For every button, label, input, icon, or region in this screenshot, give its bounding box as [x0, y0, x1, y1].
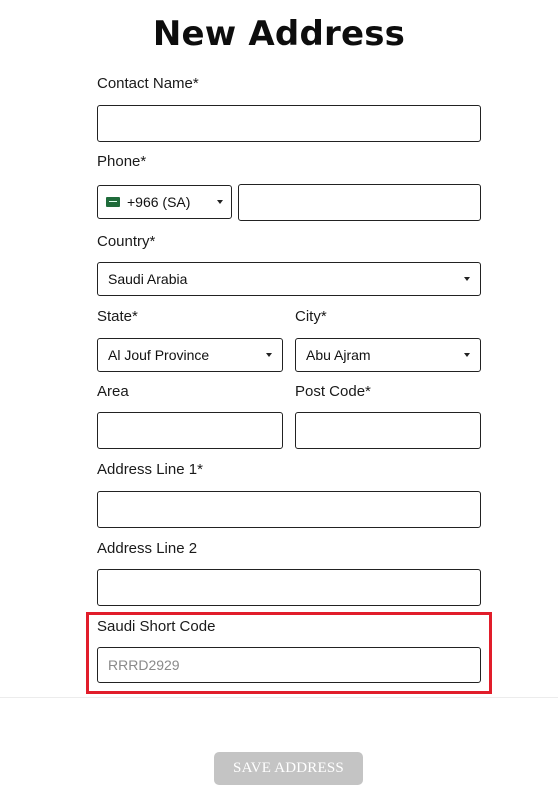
- caret-down-icon: [464, 353, 470, 357]
- footer-divider: [0, 697, 558, 698]
- address-line-1-input[interactable]: [98, 492, 480, 527]
- city-label: City*: [295, 308, 327, 325]
- short-code-field[interactable]: [97, 647, 481, 683]
- address-line-1-label: Address Line 1*: [97, 461, 203, 478]
- short-code-label: Saudi Short Code: [97, 618, 216, 635]
- area-label: Area: [97, 383, 129, 400]
- address-line-1-field[interactable]: [97, 491, 481, 528]
- short-code-input[interactable]: [98, 648, 480, 682]
- post-code-field[interactable]: [295, 412, 481, 449]
- area-field[interactable]: [97, 412, 283, 449]
- country-select[interactable]: Saudi Arabia: [97, 262, 481, 296]
- phone-country-code-select[interactable]: +966 (SA): [97, 185, 232, 219]
- address-line-2-label: Address Line 2: [97, 540, 198, 557]
- address-line-2-input[interactable]: [98, 570, 480, 605]
- country-label: Country*: [97, 233, 156, 250]
- city-select[interactable]: Abu Ajram: [295, 338, 481, 372]
- save-address-button[interactable]: SAVE ADDRESS: [214, 752, 363, 785]
- area-input[interactable]: [98, 413, 282, 448]
- phone-label: Phone*: [97, 153, 147, 170]
- country-value: Saudi Arabia: [108, 271, 188, 287]
- contact-name-field[interactable]: [97, 105, 481, 142]
- post-code-input[interactable]: [296, 413, 480, 448]
- saudi-flag-icon: [106, 197, 120, 207]
- post-code-label: Post Code*: [295, 383, 371, 400]
- contact-name-input[interactable]: [98, 106, 480, 141]
- phone-country-code-value: +966 (SA): [127, 194, 191, 210]
- contact-name-label: Contact Name*: [97, 75, 199, 92]
- phone-number-input[interactable]: [239, 185, 480, 220]
- phone-number-field[interactable]: [238, 184, 481, 221]
- address-line-2-field[interactable]: [97, 569, 481, 606]
- caret-down-icon: [217, 200, 223, 204]
- state-value: Al Jouf Province: [108, 347, 210, 363]
- state-select[interactable]: Al Jouf Province: [97, 338, 283, 372]
- page-title: New Address: [152, 14, 406, 54]
- caret-down-icon: [266, 353, 272, 357]
- state-label: State*: [97, 308, 138, 325]
- city-value: Abu Ajram: [306, 347, 371, 363]
- caret-down-icon: [464, 277, 470, 281]
